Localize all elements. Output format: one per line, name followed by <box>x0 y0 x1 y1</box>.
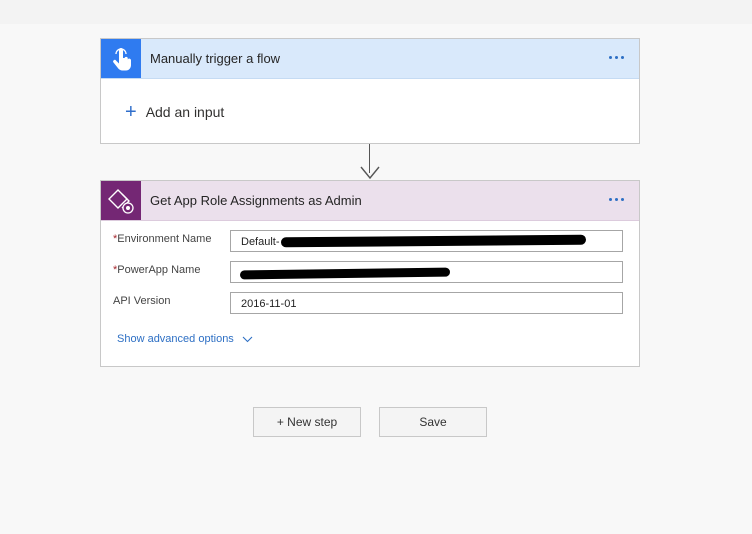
save-button[interactable]: Save <box>379 407 487 437</box>
show-advanced-options-link[interactable]: Show advanced options <box>117 333 253 345</box>
powerapps-admin-icon <box>101 181 141 220</box>
trigger-more-options-button[interactable] <box>609 50 629 64</box>
api-version-input[interactable]: 2016-11-01 <box>230 292 623 314</box>
api-version-label: API Version <box>113 295 171 307</box>
dot-icon <box>621 197 624 201</box>
add-input-button[interactable]: + Add an input <box>125 101 225 123</box>
hand-pointer-icon <box>101 39 141 78</box>
dot-icon <box>615 197 618 201</box>
show-advanced-options-label: Show advanced options <box>117 333 234 345</box>
powerapp-name-row: *PowerApp Name <box>113 261 627 285</box>
action-card: Get App Role Assignments as Admin *Envir… <box>100 180 640 367</box>
api-version-value: 2016-11-01 <box>241 298 297 310</box>
environment-name-row: *Environment Name Default- <box>113 230 627 254</box>
dot-icon <box>609 55 612 59</box>
trigger-card-header[interactable]: Manually trigger a flow <box>101 39 639 79</box>
dot-icon <box>615 55 618 59</box>
plus-icon: + <box>125 101 137 123</box>
environment-name-value: Default- <box>241 236 280 248</box>
action-card-title: Get App Role Assignments as Admin <box>150 193 362 208</box>
powerapp-name-label: *PowerApp Name <box>113 264 200 276</box>
add-input-label: Add an input <box>145 104 225 120</box>
top-band <box>0 0 752 24</box>
trigger-card: Manually trigger a flow + Add an input <box>100 38 640 144</box>
new-step-button[interactable]: + New step <box>253 407 361 437</box>
environment-name-label: *Environment Name <box>113 233 211 245</box>
action-card-header[interactable]: Get App Role Assignments as Admin <box>101 181 639 221</box>
down-arrow-icon <box>360 166 380 180</box>
powerapp-name-label-text: PowerApp Name <box>117 264 201 276</box>
trigger-card-title: Manually trigger a flow <box>150 51 281 66</box>
dot-icon <box>609 197 612 201</box>
chevron-down-icon <box>242 336 253 342</box>
api-version-row: API Version 2016-11-01 <box>113 292 627 316</box>
action-more-options-button[interactable] <box>609 192 629 206</box>
environment-name-label-text: Environment Name <box>117 233 212 245</box>
dot-icon <box>621 55 624 59</box>
